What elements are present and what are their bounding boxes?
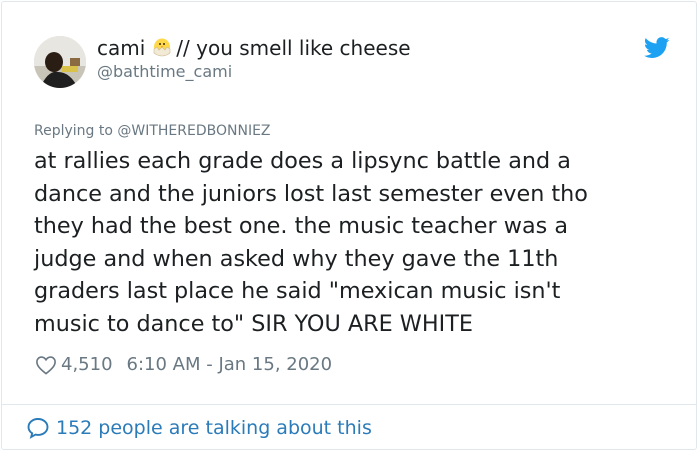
author-name-suffix: // you smell like cheese — [176, 36, 411, 60]
talking-link[interactable]: 152 people are talking about this — [26, 416, 372, 440]
author-handle[interactable]: @bathtime_cami — [97, 62, 232, 82]
timestamp[interactable]: 6:10 AM - Jan 15, 2020 — [127, 353, 333, 377]
talking-label: 152 people are talking about this — [56, 417, 372, 439]
divider — [2, 404, 696, 405]
twitter-bird-icon[interactable] — [644, 37, 670, 59]
tweet-text: at rallies each grade does a lipsync bat… — [34, 148, 588, 337]
author-name[interactable]: cami // you smell like cheese — [97, 35, 411, 61]
like-count[interactable]: 4,510 — [61, 353, 113, 377]
speech-bubble-icon — [27, 418, 49, 439]
replying-to[interactable]: Replying to @WITHEREDBONNIEZ — [34, 122, 271, 140]
tweet-card: cami // you smell like cheese @bathtime_… — [1, 1, 697, 450]
hatching-chick-emoji-icon — [153, 38, 171, 57]
tweet-meta: 4,510 6:10 AM - Jan 15, 2020 — [35, 353, 332, 377]
heart-icon[interactable] — [35, 355, 57, 375]
avatar[interactable] — [34, 36, 86, 88]
author-name-prefix: cami — [97, 36, 146, 60]
